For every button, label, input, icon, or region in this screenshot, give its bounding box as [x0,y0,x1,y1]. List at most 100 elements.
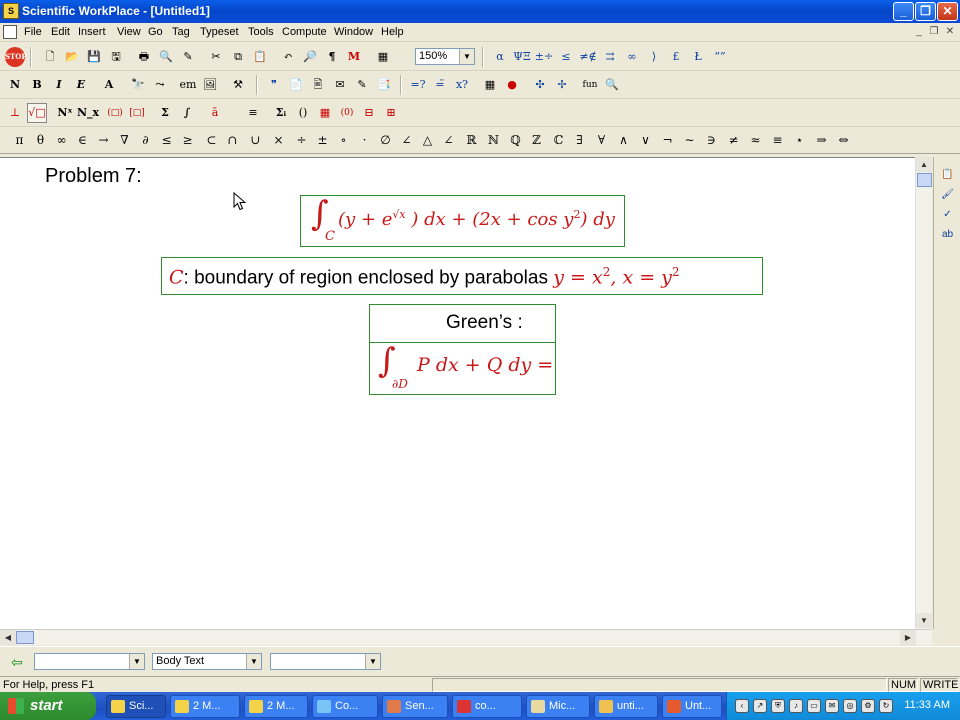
note-icon[interactable]: ✎ [352,75,372,95]
symbol-subset[interactable]: ⊂ [202,131,221,150]
radical-icon[interactable]: √□ [27,103,47,123]
horizontal-scrollbar[interactable]: ◀ ▶ [0,629,932,645]
taskbar-item-send[interactable]: Sen... [382,695,448,718]
symbol-complex[interactable]: ℂ [549,131,568,150]
em-space-icon[interactable]: em [178,75,198,95]
symbol-element[interactable]: ∈ [73,131,92,150]
tray-chevron-icon[interactable]: ‹ [735,699,749,713]
taskbar-item-untitled-browser[interactable]: Unt... [662,695,722,718]
symbol-rationals[interactable]: ℚ [506,131,525,150]
symbol-geq[interactable]: ≥ [178,131,197,150]
symbol-rightarrow[interactable]: → [94,131,113,150]
menu-view[interactable]: View [117,26,141,38]
tools-icon[interactable]: ⚒ [228,75,248,95]
document-icon[interactable]: 📄 [286,75,306,95]
tray-gear-icon[interactable]: ⚙ [861,699,875,713]
app-icon[interactable]: S [3,3,19,19]
scroll-down-icon[interactable]: ▼ [916,613,932,628]
check-icon[interactable]: ✓ [937,205,958,225]
horizontal-scroll-thumb[interactable] [16,631,34,644]
symbol-ni[interactable]: ∋ [702,131,721,150]
binomial-icon[interactable]: (0) [337,103,357,123]
space-icon[interactable]: ⊞ [381,103,401,123]
minimize-button[interactable]: _ [893,2,914,21]
taskbar-item-folder[interactable]: 2 M... [170,695,240,718]
label-icon[interactable]: ⊟ [359,103,379,123]
menu-help[interactable]: Help [381,26,404,38]
emphasize-button[interactable]: E [71,75,91,95]
decoration-icon[interactable]: ā [205,103,225,123]
binary-ops-icon[interactable]: ±÷ [534,47,554,67]
menu-tools[interactable]: Tools [248,26,274,38]
symbol-reals[interactable]: ℝ [462,131,481,150]
copy-icon[interactable]: ⧉ [228,47,248,67]
taskbar-item-scientific-workplace[interactable]: Sci... [106,695,166,718]
boundary-description-box[interactable]: C: boundary of region enclosed by parabo… [161,257,763,295]
symbol-partial[interactable]: ∂ [136,131,155,150]
save-icon[interactable]: 💾 [84,47,104,67]
greens-theorem-table[interactable]: Green’s : ∫ ∂D P dx + Q dy = [369,304,556,395]
undo-icon[interactable]: ↶ [278,47,298,67]
quotes-icon[interactable]: “” [710,47,730,67]
symbol-equiv[interactable]: ≡ [768,131,787,150]
plot-icon[interactable]: ● [502,75,522,95]
symbol-cup[interactable]: ∪ [246,131,265,150]
symbol-nabla[interactable]: ∇ [115,131,134,150]
menu-typeset[interactable]: Typeset [200,26,239,38]
plot-3d-icon[interactable]: ✢ [552,75,572,95]
symbol-triangle[interactable]: △ [418,131,437,150]
evaluate-icon[interactable]: =? [408,75,428,95]
taskbar-item-untitled-paint[interactable]: unti... [594,695,658,718]
tray-mail-icon[interactable]: ✉ [825,699,839,713]
section-tag-select[interactable]: ▼ [270,653,381,670]
function-icon[interactable]: fun [580,75,600,95]
tray-app-icon[interactable]: ◎ [843,699,857,713]
display-icon[interactable]: ≡ [243,103,263,123]
scroll-left-icon[interactable]: ◀ [0,630,16,645]
symbol-times[interactable]: × [269,131,288,150]
zoom-icon[interactable]: 🔍 [602,75,622,95]
new-icon[interactable]: 🗋 [40,47,60,67]
symbol-sim[interactable]: ∼ [680,131,699,150]
print-icon[interactable]: 🖶 [134,47,154,67]
sum-icon[interactable]: Σ [155,103,175,123]
matrix-icon[interactable]: ▦ [480,75,500,95]
symbol-forall[interactable]: ∀ [592,131,611,150]
table-icon[interactable]: ▦ [373,47,393,67]
menu-compute[interactable]: Compute [282,26,327,38]
spell-icon[interactable]: ✎ [178,47,198,67]
menu-window[interactable]: Window [334,26,373,38]
preview-icon[interactable]: 🔍 [156,47,176,67]
arrows-icon[interactable]: ⇉ [600,47,620,67]
fraction-icon[interactable]: ⊥ [5,103,25,123]
superscript-icon[interactable]: Nˣ [55,103,75,123]
start-button[interactable]: start [0,692,96,720]
clock[interactable]: 11:33 AM [904,699,950,711]
remove-tag-icon[interactable]: ⇦ [6,652,28,672]
mdi-close-button[interactable]: ✕ [943,26,957,39]
scroll-up-icon[interactable]: ▲ [916,157,932,172]
brackets-icon[interactable]: [□] [127,103,147,123]
zoom-select[interactable]: 150% ▼ [415,48,475,65]
symbol-exists[interactable]: ∃ [570,131,589,150]
integral-icon[interactable]: ∫ [177,103,197,123]
mdi-restore-button[interactable]: ❐ [927,26,941,39]
symbol-wedge[interactable]: ∧ [614,131,633,150]
fragment-icon[interactable]: 📑 [374,75,394,95]
tray-refresh-icon[interactable]: ↻ [879,699,893,713]
typeset-icon[interactable]: M [344,47,364,67]
symbol-approx[interactable]: ≈ [746,131,765,150]
solve-icon[interactable]: x? [452,75,472,95]
item-tag-select[interactable]: ▼ [34,653,145,670]
symbol-emptyset[interactable]: ∅ [376,131,395,150]
clipboard-icon[interactable]: 📋 [937,165,958,185]
matrix-insert-icon[interactable]: ▦ [315,103,335,123]
latin-icon[interactable]: £ [666,47,686,67]
menu-file[interactable]: File [24,26,42,38]
symbol-infinity[interactable]: ∞ [52,131,71,150]
integral-expression-box[interactable]: ∫ C (y + e√x ) dx + (2x + cos y2) dy [300,194,625,247]
template-icon[interactable]: 🖹 [308,75,328,95]
italic-button[interactable]: I [49,75,69,95]
paste-icon[interactable]: 📋 [250,47,270,67]
symbol-leq[interactable]: ≤ [157,131,176,150]
